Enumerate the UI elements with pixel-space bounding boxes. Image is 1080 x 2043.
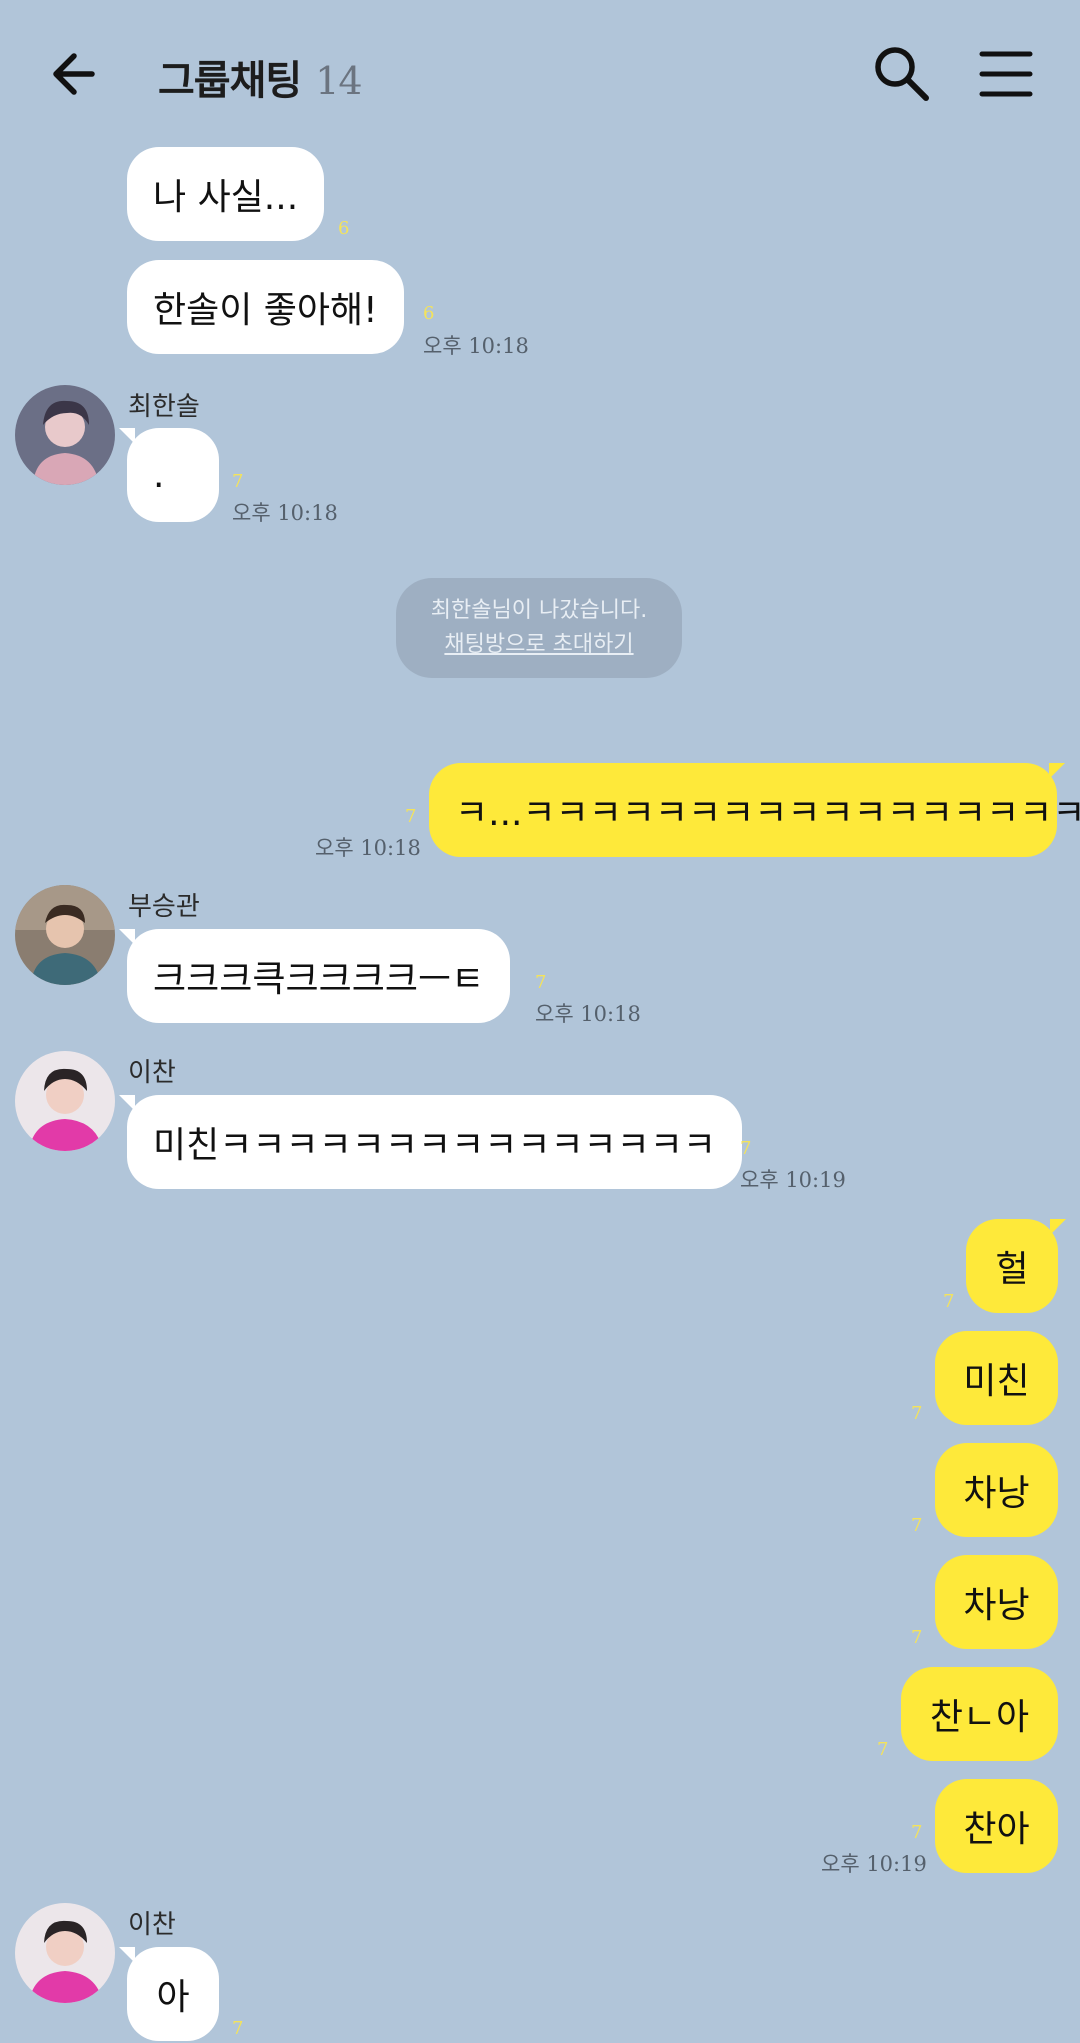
system-notice: 최한솔님이 나갔습니다. 채팅방으로 초대하기 <box>396 578 682 678</box>
unread-count: 7 <box>535 972 547 993</box>
message-text: 한솔이 좋아해! <box>153 290 378 331</box>
my-message-bubble[interactable]: 미친 <box>935 1331 1058 1425</box>
message-text: ㅋ...ㅋㅋㅋㅋㅋㅋㅋㅋㅋㅋㅋㅋㅋㅋㅋㅋㅋ <box>455 793 1080 834</box>
my-message-bubble[interactable]: 차낭 <box>935 1443 1058 1537</box>
sender-name: 부승관 <box>128 892 200 922</box>
sender-name: 이찬 <box>128 1058 176 1088</box>
avatar[interactable] <box>15 1903 115 2003</box>
message-text: . <box>153 454 165 496</box>
message-text: 미친ㅋㅋㅋㅋㅋㅋㅋㅋㅋㅋㅋㅋㅋㅋㅋ <box>153 1125 717 1166</box>
avatar-image <box>15 1903 115 2003</box>
my-message-bubble[interactable]: ㅋ...ㅋㅋㅋㅋㅋㅋㅋㅋㅋㅋㅋㅋㅋㅋㅋㅋㅋ <box>429 763 1080 857</box>
message-text: 크크크큭크크크크ㅡㅌ <box>153 959 485 1000</box>
avatar-image <box>15 385 115 485</box>
chat-title: 그룹채팅 14 <box>158 48 363 106</box>
message-time: 오후 10:18 <box>232 501 338 525</box>
sender-name: 최한솔 <box>128 392 200 422</box>
avatar[interactable] <box>15 1051 115 1151</box>
message-bubble[interactable]: 미친ㅋㅋㅋㅋㅋㅋㅋㅋㅋㅋㅋㅋㅋㅋㅋ <box>118 1095 743 1189</box>
unread-count: 7 <box>405 806 417 827</box>
message-time: 오후 10:18 <box>315 836 421 860</box>
message-bubble[interactable]: 한솔이 좋아해! <box>127 260 404 354</box>
avatar-image <box>15 1051 115 1151</box>
hamburger-menu-icon <box>979 51 1033 97</box>
my-message-bubble[interactable]: 헐 <box>966 1219 1066 1313</box>
my-message-bubble[interactable]: 차낭 <box>935 1555 1058 1649</box>
message-text: 미친 <box>963 1361 1030 1402</box>
message-bubble[interactable]: 아 <box>119 1947 219 2041</box>
avatar[interactable] <box>15 885 115 985</box>
message-time: 오후 10:19 <box>740 1168 846 1192</box>
member-count: 14 <box>315 59 362 103</box>
message-bubble[interactable]: . <box>119 428 219 522</box>
unread-count: 7 <box>740 1138 752 1159</box>
my-message-bubble[interactable]: 찬아 <box>935 1779 1058 1873</box>
unread-count: 7 <box>911 1403 923 1424</box>
search-icon <box>875 47 929 101</box>
my-message-bubble[interactable]: 찬ㄴ아 <box>901 1667 1058 1761</box>
message-text: 나 사실... <box>153 177 299 218</box>
message-bubble[interactable]: 나 사실... <box>127 147 325 241</box>
unread-count: 6 <box>423 303 435 324</box>
unread-count: 7 <box>877 1739 889 1760</box>
chat-screen: 그룹채팅 14 나 사실... 6 한솔이 좋아해! 6 오후 10:18 최한… <box>0 0 1080 2043</box>
unread-count: 7 <box>911 1515 923 1536</box>
sender-name: 이찬 <box>128 1910 176 1940</box>
arrow-left-icon <box>53 53 95 95</box>
message-time: 오후 10:19 <box>821 1852 927 1876</box>
avatar[interactable] <box>15 385 115 485</box>
unread-count: 6 <box>338 218 350 239</box>
avatar-image <box>15 885 115 985</box>
invite-link[interactable]: 채팅방으로 초대하기 <box>444 628 633 662</box>
search-button[interactable] <box>870 42 932 104</box>
message-time: 오후 10:18 <box>423 334 529 358</box>
message-bubble[interactable]: 크크크큭크크크크ㅡㅌ <box>118 929 511 1023</box>
unread-count: 7 <box>943 1291 955 1312</box>
message-text: 차낭 <box>963 1473 1030 1514</box>
notice-text: 최한솔님이 나갔습니다. <box>430 598 648 623</box>
chat-title-text: 그룹채팅 <box>158 58 302 104</box>
unread-count: 7 <box>911 1627 923 1648</box>
menu-button[interactable] <box>978 46 1034 102</box>
message-text: 찬아 <box>963 1809 1030 1850</box>
message-text: 아 <box>156 1977 190 2018</box>
unread-count: 7 <box>232 2018 244 2039</box>
unread-count: 7 <box>911 1822 923 1843</box>
chat-header: 그룹채팅 14 <box>0 0 1080 150</box>
message-time: 오후 10:18 <box>535 1002 641 1026</box>
message-text: 찬ㄴ아 <box>929 1697 1030 1738</box>
back-button[interactable] <box>48 44 108 104</box>
unread-count: 7 <box>232 471 244 492</box>
message-text: 차낭 <box>963 1585 1030 1626</box>
message-text: 헐 <box>995 1249 1029 1290</box>
